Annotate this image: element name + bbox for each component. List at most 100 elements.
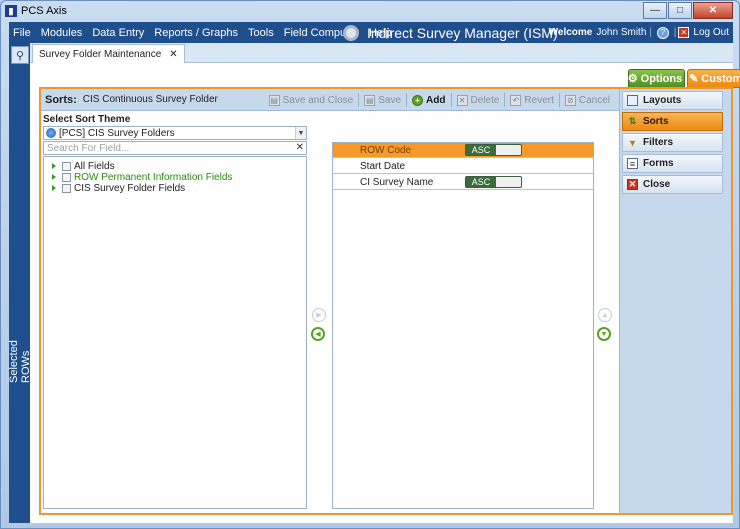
filter-icon: ▼ (628, 137, 637, 148)
sort-field-name: CI Survey Name (360, 176, 434, 188)
side-item-forms[interactable]: ≡ Forms (622, 154, 723, 173)
welcome-label: Welcome (548, 27, 593, 38)
selected-rows-tab[interactable]: Selected ROWs (8, 313, 32, 383)
side-item-label: Filters (643, 137, 674, 148)
side-item-sorts[interactable]: ⇅ Sorts (622, 112, 723, 131)
separator: | (646, 27, 652, 38)
gear-icon: ⚙ (627, 73, 638, 85)
cancel-icon: ⊘ (564, 94, 576, 106)
left-side-strip: ⚲ Selected ROWs (8, 43, 32, 523)
checkbox[interactable] (62, 172, 71, 182)
customize-side-menu: Layouts ⇅ Sorts ▼ Filters ≡ Forms ✕ Close (619, 89, 731, 513)
toolbar-separator (558, 93, 560, 107)
module-header: Indirect Survey Manager (ISM) (343, 22, 558, 43)
search-icon[interactable]: ⚲ (11, 46, 29, 64)
side-item-label: Forms (643, 158, 674, 169)
sorts-panel: Sorts: CIS Continuous Survey Folder ▤ Sav… (39, 87, 733, 515)
sort-field-name: ROW Code (360, 144, 412, 156)
title-bar: ▮ PCS Axis — □ ✕ (1, 1, 739, 21)
cancel-label: Cancel (578, 94, 610, 106)
maximize-button[interactable]: □ (668, 2, 692, 19)
save-button[interactable]: ▤ Save (361, 94, 404, 106)
window-title: PCS Axis (21, 5, 67, 17)
delete-button[interactable]: ✕ Delete (454, 94, 503, 106)
checkbox[interactable] (62, 183, 71, 193)
clear-search-icon[interactable]: ✕ (296, 142, 304, 153)
revert-button[interactable]: ↶ Revert (507, 94, 556, 106)
sort-row-start-date[interactable]: Start Date (333, 159, 593, 174)
move-down-icon[interactable]: ▼ (597, 327, 611, 341)
app-window: ▮ PCS Axis — □ ✕ File Modules Data Entry… (0, 0, 740, 529)
field-search-input[interactable]: Search For Field... ✕ (43, 141, 307, 155)
logout-icon[interactable]: ✕ (678, 27, 690, 38)
side-item-filters[interactable]: ▼ Filters (622, 133, 723, 152)
add-icon: + (412, 94, 424, 106)
side-item-label: Sorts (643, 116, 669, 127)
revert-label: Revert (524, 94, 554, 106)
menu-bar: File Modules Data Entry Reports / Graphs… (9, 22, 733, 43)
save-label: Save (378, 94, 402, 106)
close-icon: ✕ (627, 179, 638, 190)
side-item-label: Close (643, 179, 671, 190)
sort-row-ci-survey-name[interactable]: CI Survey Name ASC (333, 175, 593, 190)
panel-header: Sorts: CIS Continuous Survey Folder ▤ Sav… (41, 89, 619, 111)
sort-theme-select[interactable]: [PCS] CIS Survey Folders ▼ (43, 126, 307, 140)
minimize-button[interactable]: — (643, 2, 667, 19)
module-title: Indirect Survey Manager (ISM) (367, 24, 558, 41)
sort-order-toggle[interactable]: ASC (465, 176, 522, 188)
user-name: John Smith (596, 27, 647, 38)
delete-icon: ✕ (456, 94, 468, 106)
separator: | (673, 27, 677, 38)
document-tab-strip: Survey Folder Maintenance ✕ (30, 43, 733, 63)
cancel-button[interactable]: ⊘ Cancel (562, 94, 613, 106)
sort-theme-label: Select Sort Theme (43, 114, 131, 125)
expand-arrow-icon[interactable] (52, 174, 56, 180)
forms-icon: ≡ (627, 158, 638, 169)
tree-node-cis-survey-folder-fields[interactable]: CIS Survey Folder Fields (52, 182, 185, 194)
asc-label: ASC (466, 177, 496, 187)
add-label: Add (426, 94, 446, 106)
expand-arrow-icon[interactable] (52, 163, 56, 169)
revert-icon: ↶ (510, 94, 522, 106)
tree-node-label: All Fields (74, 160, 115, 172)
tab-close-icon[interactable]: ✕ (169, 49, 177, 60)
checkbox[interactable] (62, 161, 71, 171)
field-tree: All Fields ROW Permanent Information Fie… (43, 156, 307, 509)
move-left-icon[interactable]: ◀ (311, 327, 325, 341)
tab-survey-folder-maintenance[interactable]: Survey Folder Maintenance ✕ (32, 44, 185, 63)
sort-row-row-code[interactable]: ROW Code ASC (333, 143, 593, 158)
menu-data-entry[interactable]: Data Entry (87, 27, 149, 39)
move-right-icon[interactable]: ▶ (312, 308, 326, 322)
window-close-button[interactable]: ✕ (693, 2, 733, 19)
save-and-close-label: Save and Close (282, 94, 354, 106)
tab-label: Survey Folder Maintenance (39, 48, 162, 60)
survey-folder-name: CIS Continuous Survey Folder (82, 94, 218, 105)
chevron-down-icon[interactable]: ▼ (295, 127, 306, 139)
sort-field-list: ROW Code ASC Start Date CI Survey Name A… (332, 142, 594, 509)
move-up-icon[interactable]: ▲ (598, 308, 612, 322)
save-icon: ▤ (364, 94, 376, 106)
menu-file[interactable]: File (9, 27, 36, 39)
menu-modules[interactable]: Modules (36, 27, 88, 39)
side-item-layouts[interactable]: Layouts (622, 91, 723, 110)
side-item-label: Layouts (643, 95, 682, 106)
search-placeholder: Search For Field... (47, 142, 130, 154)
delete-label: Delete (470, 94, 500, 106)
add-button[interactable]: + Add (409, 94, 448, 106)
globe-icon (46, 128, 56, 138)
side-item-close[interactable]: ✕ Close (622, 175, 723, 194)
expand-arrow-icon[interactable] (52, 185, 56, 191)
panel-toolbar: ▤ Save and Close ▤ Save + Add ✕ Delete ↶ Reve… (266, 89, 613, 111)
save-and-close-button[interactable]: ▤ Save and Close (266, 94, 357, 106)
menu-tools[interactable]: Tools (243, 27, 279, 39)
options-label: Options (640, 72, 683, 85)
tree-node-label: ROW Permanent Information Fields (74, 171, 233, 183)
customize-button[interactable]: ✎Customize (687, 69, 740, 88)
menu-reports-graphs[interactable]: Reports / Graphs (149, 27, 243, 39)
sort-order-toggle[interactable]: ASC (465, 144, 522, 156)
help-icon[interactable]: ? (656, 26, 669, 39)
toolbar-separator (406, 93, 408, 107)
logout-link[interactable]: Log Out (693, 27, 729, 38)
asc-label: ASC (466, 145, 496, 155)
options-button[interactable]: ⚙ Options (628, 69, 685, 88)
